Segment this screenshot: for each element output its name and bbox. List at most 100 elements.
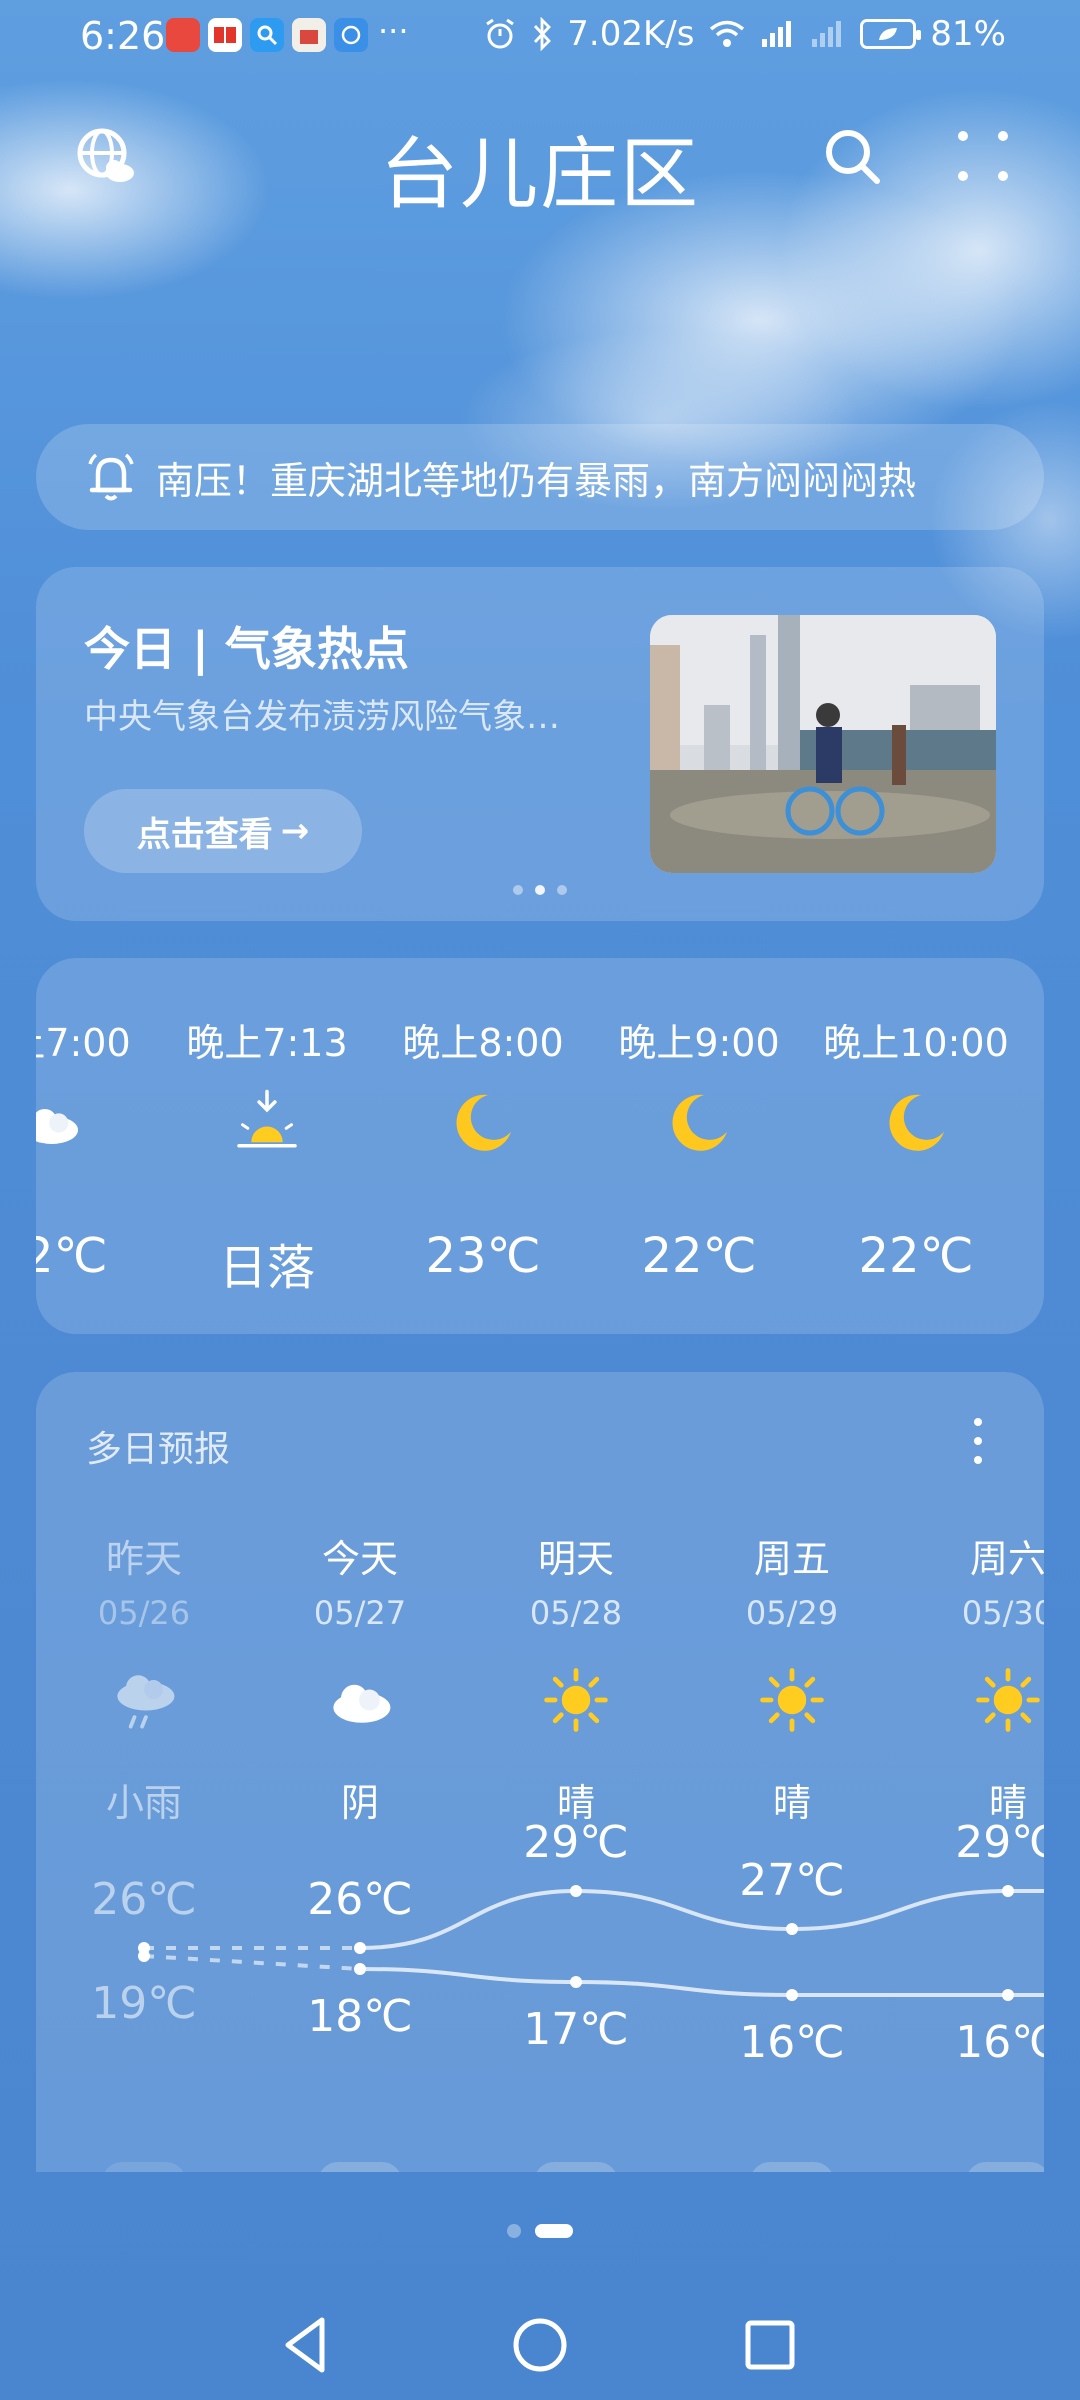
day-date: 05/29 — [745, 1594, 839, 1632]
wifi-icon — [710, 20, 745, 47]
flood-news-photo[interactable] — [650, 615, 996, 873]
aqi-chip — [534, 2162, 618, 2172]
network-speed: 7.02K/s — [567, 14, 695, 54]
news-pager-dots — [36, 885, 1044, 895]
alert-text: 南压！重庆湖北等地仍有暴雨，南方闷闷闷热 — [156, 459, 917, 503]
hourly-item[interactable]: 晚上8:00 23℃ — [383, 958, 583, 1334]
signal-2-icon — [812, 21, 842, 47]
more-options-icon[interactable] — [955, 128, 1011, 184]
day-name: 周五 — [753, 1537, 830, 1581]
header: 台儿庄区 — [0, 100, 1080, 220]
battery-level: 81% — [930, 14, 1006, 54]
status-right: 7.02K/s 81% — [483, 14, 1006, 54]
bell-alert-icon — [88, 453, 134, 501]
day-name: 明天 — [537, 1537, 614, 1581]
search-app-icon — [250, 18, 284, 52]
pager-dot — [557, 885, 567, 895]
daily-item[interactable]: 周五 05/29 晴 27℃ 16℃ — [692, 1372, 892, 2172]
light-rain-icon — [117, 1675, 175, 1729]
navigation-bar — [0, 2290, 1080, 2400]
sunny-icon — [976, 1668, 1040, 1732]
page-dot[interactable] — [507, 2224, 521, 2238]
hourly-item[interactable]: 晚上10:00 22℃ — [816, 958, 1016, 1334]
day-low-temp: 18℃ — [307, 1991, 413, 2042]
view-news-label: 点击查看 — [136, 814, 273, 855]
recents-icon[interactable] — [737, 2312, 803, 2378]
bluetooth-icon — [534, 17, 552, 51]
aqi-chip — [966, 2162, 1044, 2172]
shop-app-icon — [292, 18, 326, 52]
news-title: 今日 | 气象热点 — [84, 622, 409, 676]
moon-icon — [456, 1094, 511, 1151]
aqi-chip — [750, 2162, 834, 2172]
status-time: 6:26 — [80, 14, 166, 58]
hourly-time: 晚上7:00 — [36, 1021, 131, 1065]
city-title[interactable]: 台儿庄区 — [0, 112, 1080, 224]
day-condition: 阴 — [340, 1781, 379, 1825]
notification-icons — [166, 18, 368, 52]
moon-icon — [889, 1094, 944, 1151]
hourly-time: 晚上10:00 — [823, 1021, 1009, 1065]
day-date: 05/30 — [961, 1594, 1044, 1632]
book-app-icon — [208, 18, 242, 52]
day-high-temp: 29℃ — [955, 1817, 1044, 1868]
day-high-temp: 26℃ — [307, 1874, 413, 1925]
day-low-temp: 16℃ — [739, 2017, 845, 2068]
browser-app-icon — [334, 18, 368, 52]
hourly-value: 22℃ — [36, 1228, 108, 1284]
day-name: 昨天 — [105, 1537, 182, 1581]
alarm-icon — [486, 18, 515, 49]
home-icon[interactable] — [507, 2312, 573, 2378]
hourly-value: 22℃ — [858, 1228, 974, 1284]
day-date: 05/27 — [313, 1594, 407, 1632]
huawei-app-icon — [166, 18, 200, 52]
daily-item[interactable]: 今天 05/27 阴 26℃ 18℃ — [260, 1372, 460, 2172]
news-subtitle: 中央气象台发布渍涝风险气象… — [84, 697, 560, 737]
hourly-item[interactable]: 晚上7:13 日落 — [167, 958, 367, 1334]
pager-dot — [513, 885, 523, 895]
sunny-icon — [544, 1668, 608, 1732]
overcast-icon — [333, 1684, 391, 1723]
more-notifications-icon: ··· — [378, 12, 409, 50]
day-name: 今天 — [321, 1537, 398, 1581]
moon-icon — [672, 1094, 727, 1151]
sunset-icon — [237, 1089, 297, 1148]
daily-item[interactable]: 明天 05/28 晴 29℃ 17℃ — [476, 1372, 676, 2172]
day-date: 05/28 — [529, 1594, 623, 1632]
hourly-item[interactable]: 晚上9:00 22℃ — [599, 958, 799, 1334]
day-date: 05/26 — [97, 1594, 191, 1632]
pager-dot-active — [535, 885, 545, 895]
hourly-value: 22℃ — [641, 1228, 757, 1284]
weather-alert-banner[interactable]: 南压！重庆湖北等地仍有暴雨，南方闷闷闷热 — [36, 424, 1044, 530]
hourly-forecast-card[interactable]: 晚上7:0022℃晚上7:13日落晚上8:0023℃晚上9:0022℃晚上10:… — [36, 958, 1044, 1334]
day-condition: 小雨 — [105, 1781, 182, 1825]
back-icon[interactable] — [276, 2312, 342, 2378]
aqi-chip — [102, 2162, 186, 2172]
daily-item[interactable]: 昨天 05/26 小雨 26℃ 19℃ — [44, 1372, 244, 2172]
hourly-time: 晚上8:00 — [402, 1021, 564, 1065]
day-high-temp: 29℃ — [523, 1817, 629, 1868]
hourly-time: 晚上7:13 — [186, 1021, 348, 1065]
aqi-chip — [318, 2162, 402, 2172]
sunny-icon — [760, 1668, 824, 1732]
day-name: 周六 — [969, 1537, 1044, 1581]
view-news-button[interactable]: 点击查看 → — [84, 789, 362, 873]
hourly-time: 晚上9:00 — [618, 1021, 780, 1065]
day-low-temp: 16℃ — [955, 2017, 1044, 2068]
status-bar: 6:26 ··· 7.02K/s 81% — [0, 0, 1080, 78]
day-high-temp: 26℃ — [91, 1874, 197, 1925]
cloudy-icon — [36, 1109, 78, 1144]
hourly-value: 23℃ — [425, 1228, 541, 1284]
daily-forecast-card[interactable]: 多日预报 昨天 05/26 小雨 26℃ 19℃ 今天 05/27 阴 26℃ 18℃ 明天 05/2… — [36, 1372, 1044, 2172]
day-high-temp: 27℃ — [739, 1855, 845, 1906]
signal-icon — [762, 21, 792, 47]
day-condition: 晴 — [772, 1781, 811, 1825]
daily-item[interactable]: 周六 05/30 晴 29℃ 16℃ — [908, 1372, 1044, 2172]
page-dot-active[interactable] — [535, 2224, 573, 2238]
search-icon[interactable] — [822, 126, 884, 188]
battery-icon — [860, 19, 922, 49]
page-indicator — [0, 2224, 1080, 2238]
arrow-right-icon: → — [280, 811, 310, 851]
weather-news-card[interactable]: 今日 | 气象热点 中央气象台发布渍涝风险气象… 点击查看 → — [36, 567, 1044, 921]
hourly-item[interactable]: 晚上7:00 22℃ — [36, 958, 150, 1334]
